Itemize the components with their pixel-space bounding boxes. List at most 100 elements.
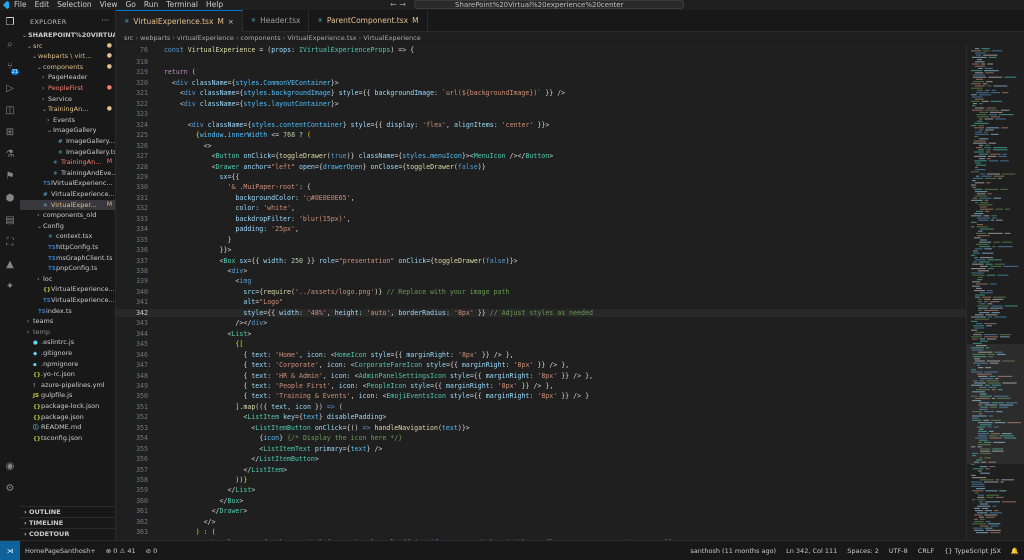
code-line[interactable]: 343 /></div> [116, 319, 966, 328]
code-line[interactable]: 362 </> [116, 518, 966, 527]
menu-terminal[interactable]: Terminal [162, 0, 202, 10]
breadcrumb-item[interactable]: virtualExperience [177, 34, 234, 42]
code-line[interactable]: 337 <Box sx={{ width: 250 }} role="prese… [116, 257, 966, 266]
code-line[interactable]: 336 }}> [116, 246, 966, 255]
section-outline[interactable]: › OUTLINE [20, 506, 115, 517]
cursor-position[interactable]: Ln 342, Col 111 [781, 541, 842, 560]
tree-item[interactable]: ⌄SHAREPOINT%20VIRTUAL... [20, 30, 115, 40]
settings-gear-icon[interactable]: ⚙ [3, 482, 17, 496]
code-line[interactable]: 351 ].map(({ text, icon }) => ( [116, 403, 966, 412]
tree-item[interactable]: TSmsGraphClient.ts [20, 253, 115, 263]
code-line[interactable]: 319 return ( [116, 68, 966, 77]
tree-item[interactable]: {}VirtualExperience... [20, 284, 115, 294]
command-center-search[interactable]: SharePoint%20Virtual%20experience%20cent… [414, 0, 684, 9]
code-line[interactable]: 76 const VirtualExperience = (props: IVi… [116, 46, 966, 55]
tree-item[interactable]: {}package.json [20, 412, 115, 422]
breadcrumb-item[interactable]: VirtualExperience.tsx [287, 34, 356, 42]
tree-item[interactable]: ⚛ ImageGallery.tsx [20, 147, 115, 157]
code-line[interactable]: 340 src={require('../assets/logo.png')} … [116, 288, 966, 297]
code-line[interactable]: 358 ))} [116, 476, 966, 485]
tree-item[interactable]: TSVirtualExperience... [20, 295, 115, 305]
code-line[interactable]: 341 alt="Logo" [116, 298, 966, 307]
tree-item[interactable]: ⌄webparts \ virt... ● [20, 51, 115, 61]
code-line[interactable]: 352 <ListItem key={text} disablePadding> [116, 413, 966, 422]
tree-item[interactable]: ◆ .gitignore [20, 348, 115, 358]
tree-item[interactable]: # VirtualExperience... [20, 189, 115, 199]
code-line[interactable]: 331 backgroundColor: '▢#0E0E0E65', [116, 194, 966, 203]
tree-item[interactable]: ⌄Config [20, 221, 115, 231]
git-branch[interactable]: HomePageSanthosh+ [20, 541, 101, 560]
tree-item[interactable]: # ImageGallery... [20, 136, 115, 146]
code-line[interactable]: 348 { text: 'HR & Admin', icon: <AdminPa… [116, 372, 966, 381]
source-control-icon[interactable]: ⑂ 21 [3, 60, 19, 75]
code-line[interactable]: 342 style={{ width: '48%', height: 'auto… [116, 308, 966, 318]
python-icon[interactable]: ⬢ [3, 192, 17, 206]
tree-item[interactable]: › Events [20, 115, 115, 125]
tree-item[interactable]: › temp [20, 327, 115, 337]
code-line[interactable]: 320 <div className={styles.CommonVEConta… [116, 79, 966, 88]
code-line[interactable]: 355 <ListItemText primary={text} /> [116, 445, 966, 454]
powershell-icon[interactable]: ▤ [3, 214, 17, 228]
code-line[interactable]: 347 { text: 'Corporate', icon: <Corporat… [116, 361, 966, 370]
tree-item[interactable]: ⚛ TrainingAndEve... [20, 168, 115, 178]
code-line[interactable]: 328 <Drawer anchor="left" open={drawerOp… [116, 163, 966, 172]
code-line[interactable]: 353 <ListItemButton onClick={() => handl… [116, 424, 966, 433]
section-timeline[interactable]: › TIMELINE [20, 517, 115, 528]
code-line[interactable]: 356 </ListItemButton> [116, 455, 966, 464]
notifications-bell-icon[interactable]: 🔔 [1006, 541, 1024, 560]
tree-item[interactable]: ⚛ context.tsx [20, 231, 115, 241]
tree-item[interactable]: ⚛ TrainingAn... M [20, 157, 115, 167]
more-actions-icon[interactable]: ··· [101, 16, 109, 25]
code-line[interactable]: 327 <Button onClick={toggleDrawer(true)}… [116, 152, 966, 161]
tree-item[interactable]: TSIVirtualExperienc... [20, 178, 115, 188]
code-line[interactable]: 334 padding: '25px', [116, 225, 966, 234]
tree-item[interactable]: {}.yo-rc.json [20, 369, 115, 379]
remote-explorer-icon[interactable]: ◫ [3, 104, 17, 118]
indentation[interactable]: Spaces: 2 [842, 541, 884, 560]
code-line[interactable]: 330 '& .MuiPaper-root': { [116, 183, 966, 192]
tree-item[interactable]: › PageHeader [20, 72, 115, 82]
code-line[interactable]: 345 {[ [116, 340, 966, 349]
tree-item[interactable]: TSpnpConfig.ts [20, 263, 115, 273]
code-line[interactable]: 346 { text: 'Home', icon: <HomeIcon styl… [116, 351, 966, 360]
code-line[interactable]: 349 { text: 'People First', icon: <Peopl… [116, 382, 966, 391]
tab-parentcomponent-tsx[interactable]: ⚛ ParentComponent.tsx M [309, 10, 428, 32]
copilot-icon[interactable]: ✦ [3, 280, 17, 294]
tree-item[interactable]: ⌄src ● [20, 41, 115, 51]
menu-selection[interactable]: Selection [53, 0, 96, 10]
tree-item[interactable]: TSindex.ts [20, 306, 115, 316]
line-ending[interactable]: CRLF [913, 541, 939, 560]
menu-help[interactable]: Help [202, 0, 227, 10]
docker-icon[interactable]: ⛶ [3, 236, 17, 250]
tree-item[interactable]: ⌄components ● [20, 62, 115, 72]
code-line[interactable]: 350 { text: 'Training & Events', icon: <… [116, 392, 966, 401]
code-line[interactable]: 339 <img [116, 277, 966, 286]
menu-run[interactable]: Run [140, 0, 162, 10]
tab-header-tsx[interactable]: ⚛ Header.tsx [243, 10, 310, 32]
breadcrumb-item[interactable]: webparts [140, 34, 170, 42]
code-line[interactable]: 323 [116, 110, 966, 119]
tree-item[interactable]: ⚛ VirtualExper... M [20, 199, 115, 210]
navigation-arrows[interactable]: ← → [390, 0, 406, 10]
sticky-scroll-line[interactable]: 76 const VirtualExperience = (props: IVi… [116, 44, 966, 56]
section-codetour[interactable]: › CODETOUR [20, 528, 115, 539]
code-line[interactable]: 324 <div className={styles.contentContai… [116, 121, 966, 130]
tree-item[interactable]: › loc [20, 274, 115, 284]
minimap[interactable] [966, 44, 1024, 540]
ports-count[interactable]: ⊘ 0 [141, 541, 163, 560]
code-line[interactable]: 322 <div className={styles.layoutContain… [116, 100, 966, 109]
explorer-icon[interactable]: ❐ [3, 16, 17, 30]
code-line[interactable]: 335 } [116, 236, 966, 245]
code-line[interactable]: 361 </Drawer> [116, 507, 966, 516]
azure-icon[interactable]: ▲ [3, 258, 17, 272]
breadcrumb-item[interactable]: components [241, 34, 281, 42]
tree-item[interactable]: ▪ .npmignore [20, 359, 115, 369]
tree-item[interactable]: ! azure-pipelines.yml [20, 380, 115, 390]
code-line[interactable]: 360 </Box> [116, 497, 966, 506]
encoding[interactable]: UTF-8 [884, 541, 913, 560]
testing-icon[interactable]: ⚗ [3, 148, 17, 162]
tree-item[interactable]: › teams [20, 316, 115, 326]
code-line[interactable]: 357 </ListItem> [116, 466, 966, 475]
code-line[interactable]: 354 {icon} {/* Display the icon here */} [116, 434, 966, 443]
run-debug-icon[interactable]: ▷ [3, 82, 17, 96]
